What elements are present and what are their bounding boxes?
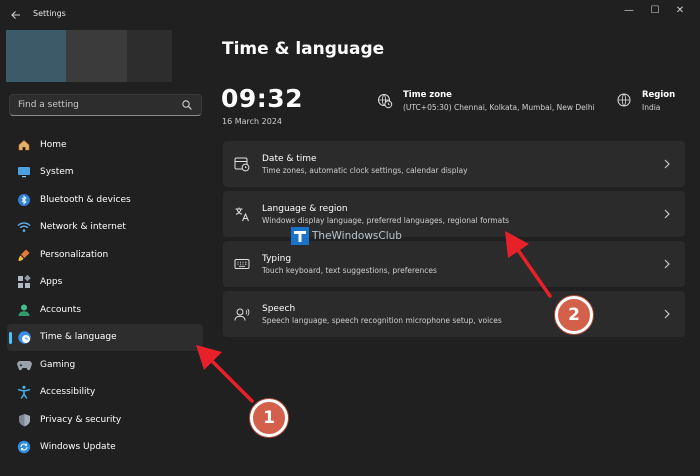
card-description: Time zones, automatic clock settings, ca…: [262, 166, 468, 175]
card-description: Speech language, speech recognition micr…: [262, 316, 502, 325]
card-title: Speech: [262, 304, 296, 314]
sidebar-item-label: System: [40, 167, 74, 178]
card-speech[interactable]: Speech Speech language, speech recogniti…: [223, 291, 685, 337]
sidebar-item-system[interactable]: System: [7, 159, 203, 187]
arrow-1: [196, 345, 254, 403]
chevron-right-icon: [664, 209, 670, 219]
chevron-right-icon: [664, 309, 670, 319]
sidebar-item-label: Network & internet: [40, 222, 126, 233]
sidebar-item-label: Windows Update: [40, 442, 116, 453]
globe-icon: [617, 93, 631, 107]
apps-icon: [16, 274, 32, 290]
sidebar-item-personalization[interactable]: Personalization: [7, 241, 203, 269]
gamepad-icon: [16, 357, 32, 373]
sidebar-item-windows-update[interactable]: Windows Update: [7, 434, 203, 462]
card-date-time[interactable]: Date & time Time zones, automatic clock …: [223, 141, 685, 187]
sidebar-item-home[interactable]: Home: [7, 131, 203, 159]
sidebar-item-label: Personalization: [40, 249, 109, 260]
keyboard-icon: [234, 259, 250, 269]
thewindowsclub-logo-icon: [291, 227, 309, 245]
annotation-badge-1: 1: [250, 399, 288, 437]
globe-clock-icon: [16, 329, 32, 345]
back-arrow-icon: [11, 11, 20, 19]
sidebar-item-time-language[interactable]: Time & language: [7, 323, 203, 351]
minimize-button[interactable]: —: [618, 3, 640, 19]
title-bar: Settings — ☐ ✕: [0, 0, 700, 30]
profile-block: [6, 30, 66, 82]
sidebar-item-label: Privacy & security: [40, 414, 122, 425]
home-icon: [16, 137, 32, 153]
accessibility-icon: [16, 384, 32, 400]
person-icon: [16, 302, 32, 318]
current-date: 16 March 2024: [222, 117, 283, 126]
card-title: Typing: [262, 254, 292, 264]
search-box[interactable]: [9, 94, 202, 116]
sidebar-item-label: Accounts: [40, 304, 82, 315]
sidebar-item-label: Apps: [40, 277, 63, 288]
page-title: Time & language: [222, 39, 385, 59]
sidebar-item-gaming[interactable]: Gaming: [7, 351, 203, 379]
timezone-value: (UTC+05:30) Chennai, Kolkata, Mumbai, Ne…: [403, 103, 595, 112]
back-button[interactable]: [6, 5, 26, 25]
current-time: 09:32: [221, 84, 304, 113]
profile-block: [66, 30, 127, 82]
app-title: Settings: [33, 9, 66, 18]
speech-icon: [234, 308, 250, 321]
card-description: Windows display language, preferred lang…: [262, 216, 510, 225]
card-description: Touch keyboard, text suggestions, prefer…: [262, 266, 437, 275]
watermark-text: TheWindowsClub: [312, 230, 402, 242]
region-title: Region: [642, 90, 676, 100]
card-typing[interactable]: Typing Touch keyboard, text suggestions,…: [223, 241, 685, 287]
search-input[interactable]: [18, 98, 178, 112]
sidebar-item-bluetooth[interactable]: Bluetooth & devices: [7, 186, 203, 214]
region-value: India: [642, 103, 661, 112]
sidebar-item-label: Home: [40, 139, 67, 150]
update-icon: [16, 439, 32, 455]
bluetooth-icon: [16, 192, 32, 208]
annotation-badge-2: 2: [555, 296, 593, 334]
card-title: Language & region: [262, 204, 348, 214]
sidebar-item-apps[interactable]: Apps: [7, 269, 203, 297]
sidebar-item-privacy[interactable]: Privacy & security: [7, 406, 203, 434]
sidebar-item-network[interactable]: Network & internet: [7, 214, 203, 242]
brush-icon: [16, 247, 32, 263]
sidebar-item-label: Accessibility: [40, 387, 96, 398]
system-icon: [16, 164, 32, 180]
globe-clock-icon: [378, 94, 393, 109]
close-button[interactable]: ✕: [669, 3, 691, 19]
chevron-right-icon: [664, 259, 670, 269]
sidebar-item-label: Time & language: [40, 332, 117, 343]
maximize-button[interactable]: ☐: [644, 3, 666, 19]
sidebar-item-label: Gaming: [40, 359, 76, 370]
sidebar-item-accounts[interactable]: Accounts: [7, 296, 203, 324]
user-profile-blurred[interactable]: [6, 30, 172, 82]
card-title: Date & time: [262, 154, 317, 164]
sidebar-item-label: Bluetooth & devices: [40, 194, 131, 205]
profile-block: [127, 30, 172, 82]
shield-icon: [16, 412, 32, 428]
sidebar-nav: Home System Bluetooth & devices Network …: [7, 131, 203, 461]
timezone-title: Time zone: [403, 90, 452, 100]
sidebar-item-accessibility[interactable]: Accessibility: [7, 379, 203, 407]
calendar-clock-icon: [234, 157, 250, 172]
search-icon[interactable]: [181, 99, 193, 111]
watermark: TheWindowsClub: [291, 226, 402, 246]
wifi-icon: [16, 219, 32, 235]
chevron-right-icon: [664, 159, 670, 169]
selection-indicator: [9, 331, 12, 344]
language-icon: [235, 207, 249, 222]
